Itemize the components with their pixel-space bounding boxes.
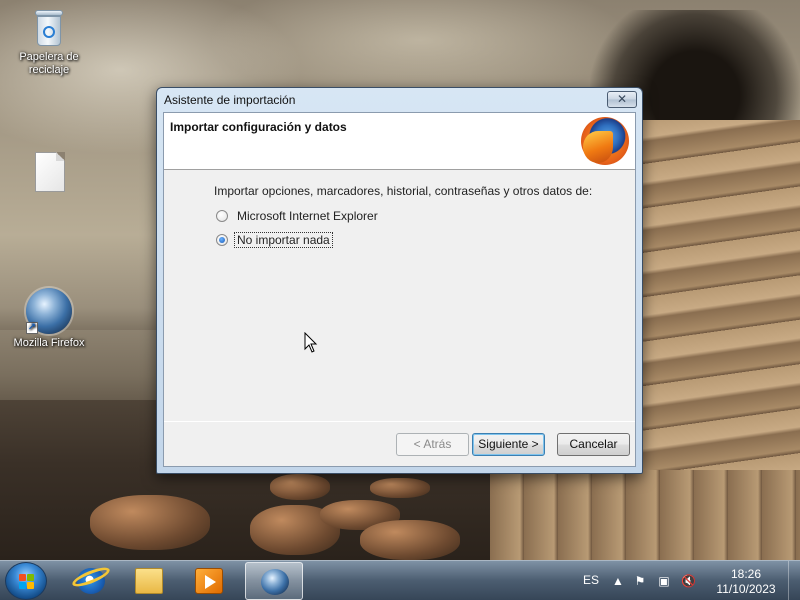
clock-date: 11/10/2023 (716, 582, 776, 596)
radio-button-selected[interactable] (216, 234, 228, 246)
play-icon (205, 575, 216, 589)
taskbar-internet-explorer[interactable] (62, 562, 120, 600)
taskbar-file-explorer[interactable] (120, 562, 178, 600)
footer-divider (164, 421, 635, 422)
back-button[interactable]: < Atrás (396, 433, 469, 456)
import-prompt: Importar opciones, marcadores, historial… (214, 184, 593, 198)
taskbar: ES ▲ ⚑ ▣ 🔇 18:26 11/10/2023 (0, 560, 800, 600)
desktop-icon-firefox[interactable]: ↗ Mozilla Firefox (10, 288, 88, 350)
cancel-button-label: Cancelar (569, 437, 618, 451)
option-internet-explorer[interactable]: Microsoft Internet Explorer (216, 208, 380, 224)
wallpaper-rock (270, 474, 330, 500)
wizard-page-title: Importar configuración y datos (170, 120, 347, 134)
taskbar-firefox[interactable] (245, 562, 303, 600)
option-label: Microsoft Internet Explorer (237, 209, 378, 223)
firefox-icon: ↗ (26, 288, 72, 334)
network-icon[interactable]: ▣ (657, 574, 671, 588)
media-player-icon (195, 568, 223, 594)
windows-logo-icon (19, 574, 35, 590)
close-icon: ✕ (616, 92, 628, 106)
recycle-bin-icon (33, 8, 65, 48)
close-button[interactable]: ✕ (607, 91, 637, 108)
volume-muted-icon[interactable]: 🔇 (681, 574, 696, 588)
next-button[interactable]: Siguiente > (472, 433, 545, 456)
back-button-label: < Atrás (413, 437, 452, 451)
action-center-flag-icon[interactable]: ⚑ (633, 574, 647, 588)
system-clock[interactable]: 18:26 11/10/2023 (706, 567, 786, 597)
desktop-icon-label: Papelera de reciclaje (19, 51, 79, 76)
wizard-client-area: Importar configuración y datos Importar … (163, 112, 636, 467)
desktop-icon-label: Mozilla Firefox (13, 337, 85, 349)
firefox-icon (261, 569, 289, 595)
start-button[interactable] (5, 562, 47, 600)
wizard-header: Importar configuración y datos (164, 113, 635, 170)
mouse-pointer-icon (304, 332, 318, 353)
wallpaper-rock (370, 478, 430, 498)
wallpaper-rock (90, 495, 210, 550)
option-label: No importar nada (234, 232, 333, 248)
window-title: Asistente de importación (164, 93, 296, 107)
file-explorer-icon (135, 568, 163, 594)
show-hidden-icons-icon[interactable]: ▲ (611, 574, 625, 588)
wallpaper-wood-deck (490, 470, 800, 560)
radio-button[interactable] (216, 210, 228, 222)
desktop-icon-recycle-bin[interactable]: Papelera de reciclaje (10, 8, 88, 77)
firefox-logo-icon (581, 117, 629, 165)
option-import-nothing[interactable]: No importar nada (216, 232, 333, 248)
desktop-icon-blank-file[interactable] (11, 152, 89, 195)
title-bar[interactable]: Asistente de importación ✕ (157, 88, 642, 112)
show-desktop-button[interactable] (788, 561, 800, 600)
import-wizard-window: Asistente de importación ✕ Importar conf… (156, 87, 643, 474)
cancel-button[interactable]: Cancelar (557, 433, 630, 456)
blank-file-icon (35, 152, 65, 192)
next-button-label: Siguiente > (478, 437, 539, 451)
shortcut-arrow-icon: ↗ (26, 322, 38, 334)
language-indicator[interactable]: ES (583, 573, 599, 587)
clock-time: 18:26 (730, 567, 762, 581)
firefox-fox-shape (583, 131, 613, 163)
wallpaper-rock (360, 520, 460, 560)
taskbar-media-player[interactable] (180, 562, 238, 600)
